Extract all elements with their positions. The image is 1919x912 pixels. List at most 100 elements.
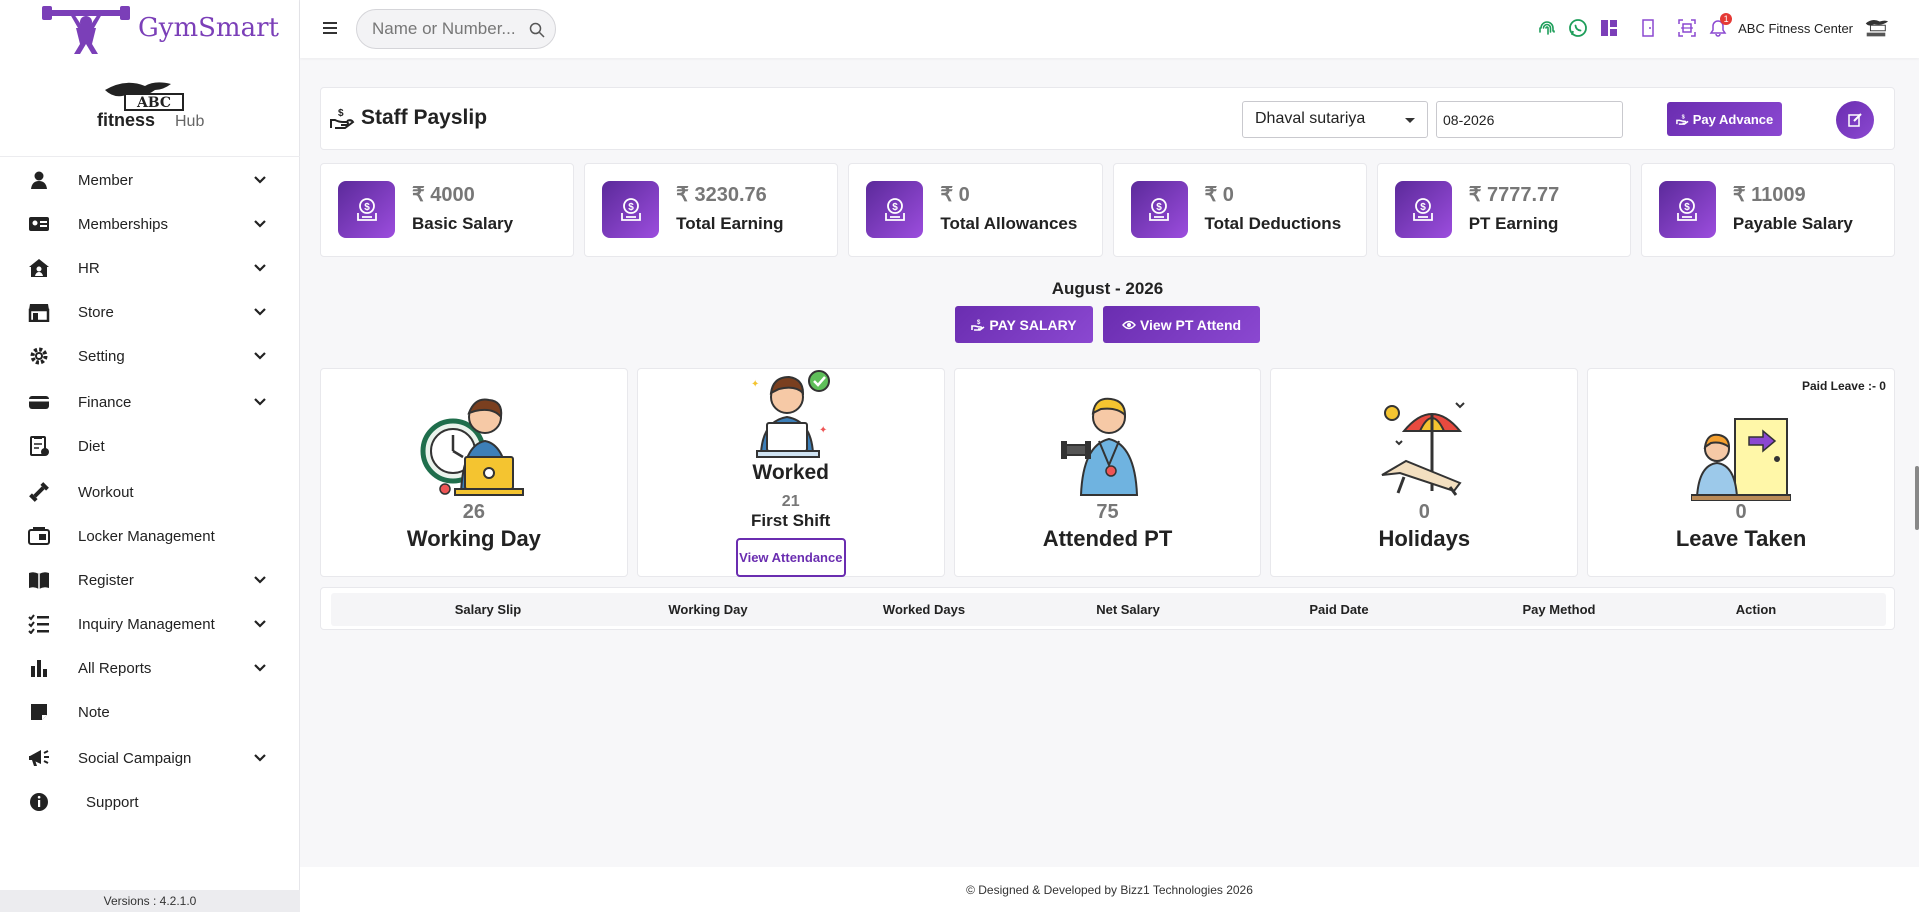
id-card-icon [26,211,52,237]
dashboard-layout-icon[interactable] [1596,15,1622,41]
money-bag-icon: $ [620,197,641,221]
stat-card-basic-salary: $ ₹ 4000 Basic Salary [320,163,575,257]
stat-amount: ₹ 11009 [1732,184,1806,206]
club-logo-image: ABC fitness Hub [97,82,204,130]
sidebar-item-all-reports[interactable]: All Reports [0,646,300,690]
paid-leave-text: Paid Leave :- 0 [1801,379,1886,393]
sidebar-item-member[interactable]: Member [0,158,300,202]
gym-logo-icon [42,6,130,54]
sidebar-item-note[interactable]: Note [0,690,300,734]
person-icon [26,167,52,193]
stat-card-total-allowances: $ ₹ 0 Total Allowances [848,163,1103,257]
brand[interactable]: GymSmart [40,0,279,56]
stat-label: Total Deductions [1204,214,1342,233]
edit-icon [1848,113,1862,127]
chevron-down-icon[interactable] [253,395,267,409]
sidebar-item-label: All Reports [78,659,152,677]
chevron-down-icon[interactable] [253,217,267,231]
svg-text:$: $ [338,108,344,119]
stat-label: PT Earning [1468,214,1559,233]
whatsapp-icon[interactable] [1565,15,1591,41]
chevron-down-icon[interactable] [253,573,267,587]
pay-salary-label: PAY SALARY [989,316,1077,333]
chevron-down-icon[interactable] [253,661,267,675]
sidebar-item-label: Register [78,571,134,589]
app-version: Versions : 4.2.1.0 [0,890,300,912]
month-input[interactable]: 08-2026 [1436,101,1623,138]
edit-button[interactable] [1836,101,1874,139]
stat-label: Payable Salary [1732,214,1853,233]
money-bag-icon: $ [1413,197,1434,221]
sidebar-item-label: Locker Management [78,527,215,545]
chevron-down-icon[interactable] [253,617,267,631]
qr-code-icon[interactable] [1674,15,1700,41]
svg-text:$: $ [364,202,370,213]
megaphone-icon [26,745,52,771]
fingerprint-icon[interactable] [1534,15,1560,41]
stat-card-payable-salary: $ ₹ 11009 Payable Salary [1640,163,1896,257]
hand-money-icon: $ [1675,114,1689,125]
club-logo-line1: ABC [136,95,171,111]
center-name[interactable]: ABC Fitness Center [1738,21,1853,36]
svg-text:$: $ [977,320,981,326]
note-icon [26,699,52,725]
stat-amount: ₹ 7777.77 [1468,184,1560,206]
pay-salary-button[interactable]: $ PAY SALARY [955,306,1093,343]
leave-label: Leave Taken [1675,526,1807,551]
svg-text:$: $ [1156,202,1162,213]
wallet-icon [26,389,52,415]
sidebar-item-hr[interactable]: HR [0,246,300,290]
stat-label: Total Allowances [940,214,1078,233]
sidebar-item-label: Diet [78,437,105,455]
sidebar-item-diet[interactable]: Diet [0,424,300,468]
view-pt-attend-button[interactable]: View PT Attend [1103,306,1260,343]
scrollbar[interactable] [1915,466,1919,530]
sidebar-item-finance[interactable]: Finance [0,380,300,424]
sidebar-item-register[interactable]: Register [0,558,300,602]
notification-bell-icon[interactable]: 1 [1705,13,1733,41]
column-header-pay-method: Pay Method [1522,602,1596,617]
door-icon[interactable] [1635,15,1661,41]
staff-select[interactable]: Dhaval sutariya [1242,101,1428,138]
info-icon [26,789,52,815]
chevron-down-icon[interactable] [253,751,267,765]
working-day-value: 26 [462,501,486,523]
column-header-net-salary: Net Salary [1096,602,1160,617]
search-icon[interactable] [529,22,545,38]
sidebar-item-setting[interactable]: Setting [0,334,300,378]
sidebar-item-inquiry-management[interactable]: Inquiry Management [0,602,300,646]
eye-icon [1122,320,1136,329]
center-logo-avatar[interactable] [1863,15,1889,41]
svg-text:$: $ [1420,202,1426,213]
search-input[interactable] [372,19,522,39]
sidebar: GymSmart ABC fitness Hub Member Membershi… [0,0,300,912]
club-logo-line2: fitness [97,110,155,130]
chevron-down-icon[interactable] [253,261,267,275]
sidebar-item-label: Social Campaign [78,749,192,767]
svg-text:$: $ [1685,202,1691,213]
member-search[interactable] [356,9,556,49]
app-name: GymSmart [138,13,279,43]
sidebar-item-support[interactable]: Support [0,780,300,824]
column-header-salary-slip: Salary Slip [454,602,522,617]
sidebar-item-locker-management[interactable]: Locker Management [0,514,300,558]
gear-icon [26,343,52,369]
hamburger-menu-icon[interactable] [322,20,338,36]
sidebar-item-memberships[interactable]: Memberships [0,202,300,246]
stat-card-pt-earning: $ ₹ 7777.77 PT Earning [1376,163,1631,257]
view-attendance-button[interactable]: View Attendance [735,538,846,577]
attended-pt-label: Attended PT [1042,526,1173,551]
page-title: Staff Payslip [361,106,488,129]
sidebar-item-social-campaign[interactable]: Social Campaign [0,736,300,780]
pay-advance-button[interactable]: $ Pay Advance [1667,102,1782,136]
stat-icon-box: $ [866,181,924,238]
chevron-down-icon[interactable] [253,349,267,363]
diet-icon [26,433,52,459]
salary-table: Salary Slip Working Day Worked Days Net Sal… [320,587,1895,630]
chevron-down-icon[interactable] [253,305,267,319]
sidebar-item-store[interactable]: Store [0,290,300,334]
stat-card-total-deductions: $ ₹ 0 Total Deductions [1112,163,1367,257]
chevron-down-icon[interactable] [253,173,267,187]
sidebar-item-workout[interactable]: Workout [0,470,300,514]
book-icon [26,567,52,593]
